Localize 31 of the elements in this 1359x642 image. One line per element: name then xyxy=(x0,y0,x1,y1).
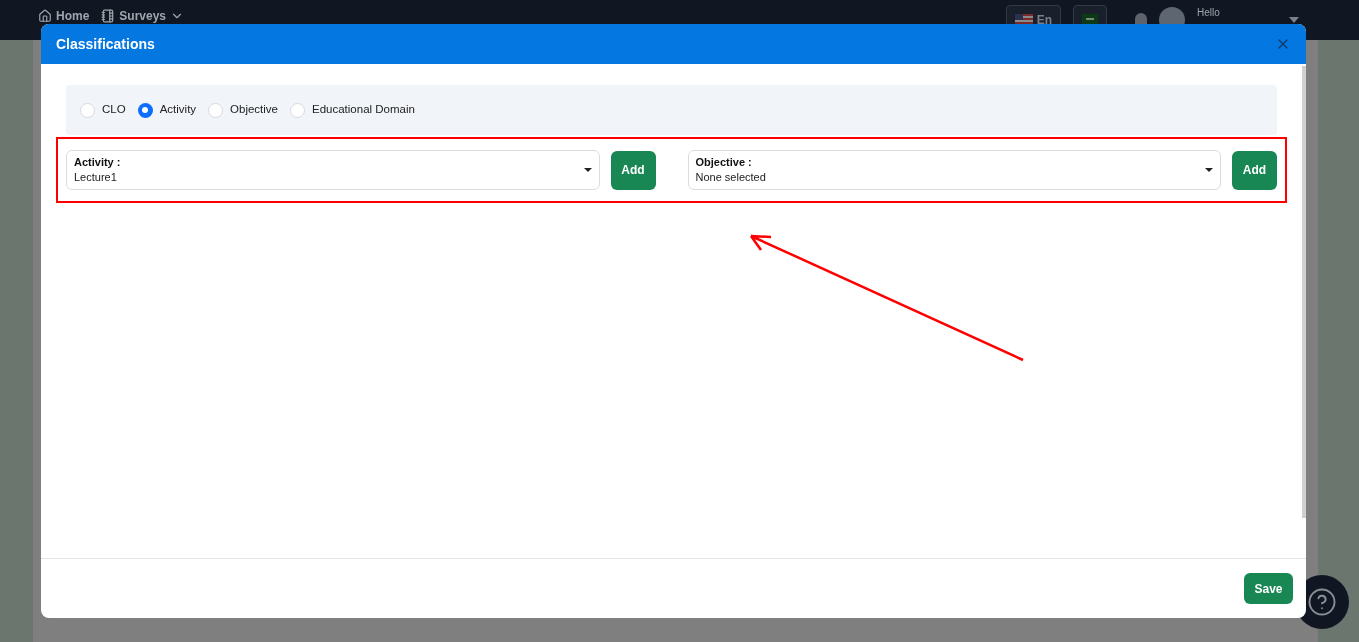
radio-option[interactable]: Activity xyxy=(137,101,197,119)
radio-button[interactable] xyxy=(208,102,224,118)
home-icon xyxy=(38,9,52,23)
scrollbar[interactable] xyxy=(1302,66,1306,518)
radio-option[interactable]: Educational Domain xyxy=(290,101,415,119)
radio-option[interactable]: Objective xyxy=(208,101,278,119)
radio-label: Objective xyxy=(230,102,278,118)
add-button[interactable]: Add xyxy=(1232,150,1277,190)
radio-label: Activity xyxy=(159,102,197,118)
nav-link[interactable]: Surveys xyxy=(101,9,185,23)
caret-icon xyxy=(1205,168,1213,172)
field-value: None selected xyxy=(695,170,767,185)
radio-button[interactable] xyxy=(80,102,95,118)
radio-button[interactable] xyxy=(290,102,305,118)
radio-option[interactable]: CLO xyxy=(80,101,126,119)
dialog-title: Classifications xyxy=(56,34,155,54)
radio-label: CLO xyxy=(102,102,126,118)
field-label: Objective : xyxy=(695,155,753,170)
field-label: Activity : xyxy=(74,155,122,170)
notebook-icon xyxy=(101,9,116,23)
help-icon xyxy=(1307,587,1337,617)
caret-icon xyxy=(583,168,592,172)
field-value: Lecture1 xyxy=(74,170,118,185)
add-button[interactable]: Add xyxy=(610,150,656,190)
select-field[interactable]: Activity : Lecture1 xyxy=(66,150,600,190)
save-button[interactable]: Save xyxy=(1244,573,1293,604)
greeting-text: Hello xyxy=(1197,6,1221,20)
nav-link[interactable]: Home xyxy=(38,9,90,23)
radio-button[interactable] xyxy=(137,102,153,118)
radio-label: Educational Domain xyxy=(312,102,415,118)
select-field[interactable]: Objective : None selected xyxy=(687,150,1221,190)
